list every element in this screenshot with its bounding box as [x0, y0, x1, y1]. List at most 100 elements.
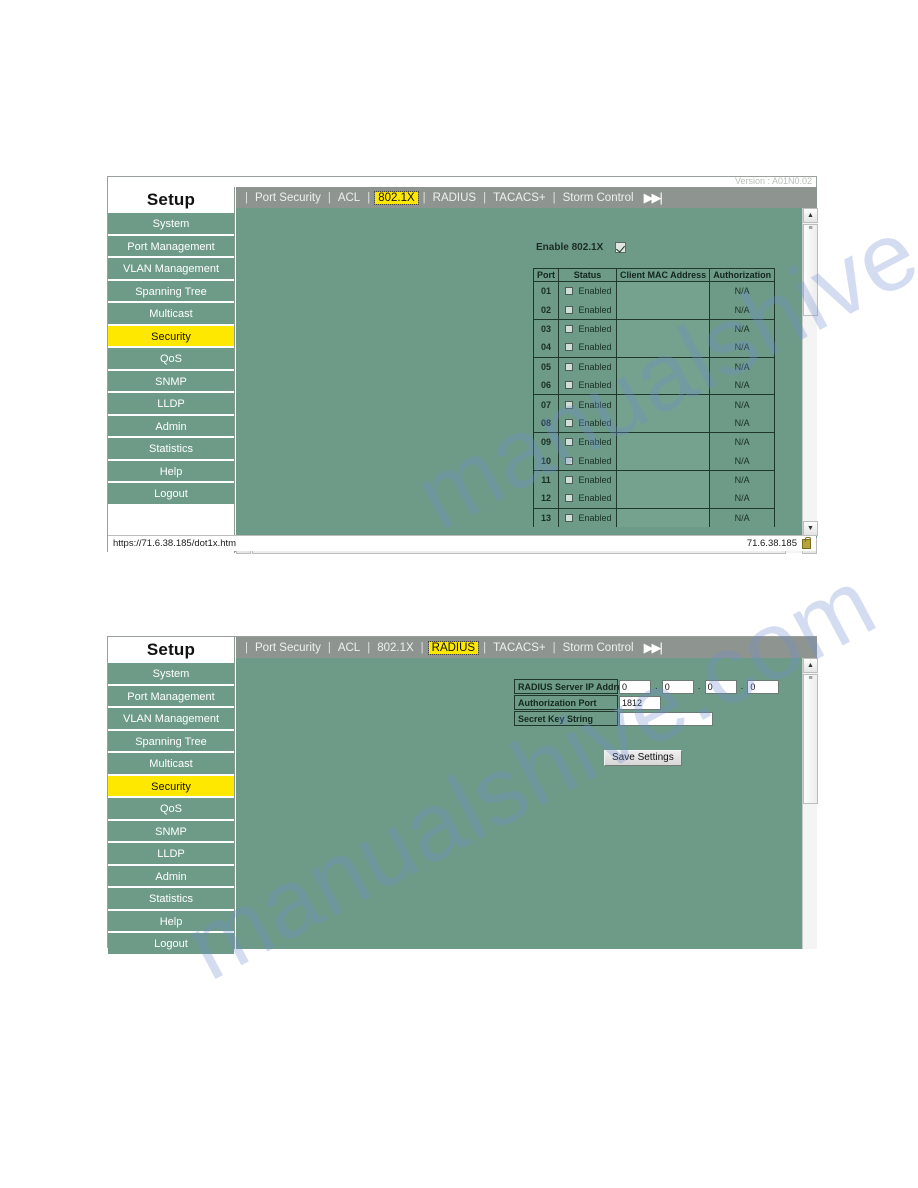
- radius-ip-octet-1[interactable]: [619, 679, 651, 694]
- cell-client-mac-address: [615, 432, 711, 452]
- auth-port-input[interactable]: [619, 695, 661, 710]
- cell-port: 11: [533, 470, 559, 490]
- sidebar-item-vlan-management[interactable]: VLAN Management: [108, 707, 234, 730]
- tab-radius[interactable]: RADIUS: [431, 192, 478, 204]
- sidebar-item-system[interactable]: System: [108, 662, 234, 685]
- vertical-scroll-thumb[interactable]: ≡: [803, 674, 818, 804]
- status-label: Enabled: [578, 512, 612, 523]
- sidebar-item-label: QoS: [159, 353, 182, 365]
- status-checkbox[interactable]: [565, 381, 574, 390]
- sidebar-item-qos[interactable]: QoS: [108, 347, 234, 370]
- status-checkbox[interactable]: [565, 494, 574, 503]
- enable-dot1x-checkbox[interactable]: [615, 242, 627, 253]
- cell-authorization: N/A: [709, 319, 776, 339]
- setup-sidebar: Setup System Port Management VLAN Manageme…: [108, 637, 235, 955]
- sidebar-item-security[interactable]: Security: [108, 774, 234, 797]
- sidebar-item-snmp[interactable]: SNMP: [108, 819, 234, 842]
- radius-ip-octet-3[interactable]: [704, 679, 737, 694]
- sidebar-item-label: VLAN Management: [123, 713, 219, 725]
- sidebar-item-lldp[interactable]: LLDP: [108, 842, 234, 865]
- sidebar-item-help[interactable]: Help: [108, 459, 234, 482]
- column-header-authorization: Authorization: [709, 268, 776, 282]
- cell-port: 02: [533, 300, 559, 320]
- save-settings-button[interactable]: Save Settings: [604, 750, 682, 766]
- secret-key-row: Secret Key String: [514, 711, 783, 726]
- secret-key-input[interactable]: [619, 711, 713, 726]
- sidebar-item-spanning-tree[interactable]: Spanning Tree: [108, 729, 234, 752]
- tab-tacacs+[interactable]: TACACS+: [491, 192, 548, 204]
- sidebar-item-admin[interactable]: Admin: [108, 864, 234, 887]
- sidebar-item-qos[interactable]: QoS: [108, 797, 234, 820]
- tab-separator: |: [327, 641, 331, 654]
- skip-forward-icon[interactable]: ▶▶|: [644, 640, 663, 656]
- scroll-up-icon[interactable]: ▲: [803, 658, 818, 673]
- secret-key-label: Secret Key String: [514, 711, 618, 726]
- status-checkbox[interactable]: [565, 418, 574, 427]
- cell-status: Enabled: [558, 338, 617, 358]
- sidebar-item-multicast[interactable]: Multicast: [108, 752, 234, 775]
- tab-acl[interactable]: ACL: [336, 642, 362, 654]
- status-checkbox[interactable]: [565, 362, 574, 371]
- tab-802-1x[interactable]: 802.1X: [374, 190, 419, 205]
- tab-acl[interactable]: ACL: [336, 192, 362, 204]
- radius-ip-row: RADIUS Server IP Address ...: [514, 679, 783, 694]
- sidebar-item-snmp[interactable]: SNMP: [108, 369, 234, 392]
- tab-storm-control[interactable]: Storm Control: [561, 642, 636, 654]
- sidebar-item-help[interactable]: Help: [108, 909, 234, 932]
- tab-802-1x[interactable]: 802.1X: [375, 642, 415, 654]
- sidebar-item-admin[interactable]: Admin: [108, 414, 234, 437]
- status-checkbox[interactable]: [565, 476, 574, 485]
- sidebar-item-statistics[interactable]: Statistics: [108, 437, 234, 460]
- sidebar-item-label: SNMP: [155, 825, 187, 838]
- sidebar-item-logout[interactable]: Logout: [108, 932, 234, 955]
- sidebar-item-system[interactable]: System: [108, 212, 234, 235]
- table-header-row: Port Status Client MAC Address Authorizatio…: [533, 268, 776, 282]
- skip-forward-icon[interactable]: ▶▶|: [644, 190, 663, 206]
- cell-authorization: N/A: [709, 470, 776, 490]
- sidebar-item-vlan-management[interactable]: VLAN Management: [108, 257, 234, 280]
- scroll-down-icon[interactable]: ▼: [803, 521, 818, 536]
- status-checkbox[interactable]: [565, 343, 574, 352]
- sidebar-item-lldp[interactable]: LLDP: [108, 392, 234, 415]
- tab-storm-control[interactable]: Storm Control: [561, 192, 636, 204]
- status-checkbox[interactable]: [565, 456, 574, 465]
- tab-separator: |: [420, 641, 424, 654]
- sidebar-item-statistics[interactable]: Statistics: [108, 887, 234, 910]
- sidebar-item-spanning-tree[interactable]: Spanning Tree: [108, 279, 234, 302]
- sidebar-item-logout[interactable]: Logout: [108, 482, 234, 505]
- radius-ip-octet-4[interactable]: [747, 679, 780, 694]
- status-checkbox[interactable]: [565, 287, 574, 296]
- sidebar-item-port-management[interactable]: Port Management: [108, 684, 234, 707]
- tab-radius[interactable]: RADIUS: [427, 640, 480, 655]
- status-label: Enabled: [578, 286, 612, 297]
- vertical-scrollbar[interactable]: ▲ ≡: [802, 658, 818, 949]
- sidebar-item-multicast[interactable]: Multicast: [108, 302, 234, 325]
- status-checkbox[interactable]: [565, 513, 574, 522]
- status-checkbox[interactable]: [565, 324, 574, 333]
- lock-icon: [802, 536, 811, 549]
- table-row: 02 Enabled N/A: [533, 300, 776, 320]
- tab-tacacs+[interactable]: TACACS+: [491, 642, 548, 654]
- tab-separator: |: [245, 641, 248, 654]
- tab-separator: |: [483, 191, 487, 204]
- sidebar-item-label: LLDP: [157, 398, 185, 410]
- status-checkbox[interactable]: [565, 400, 574, 409]
- ip-dot-separator: .: [697, 681, 701, 692]
- cell-port: 12: [533, 489, 559, 509]
- tab-separator: |: [552, 641, 556, 654]
- vertical-scroll-thumb[interactable]: ≡: [803, 224, 818, 316]
- scroll-up-icon[interactable]: ▲: [803, 208, 818, 223]
- sidebar-item-label: LLDP: [157, 848, 185, 860]
- status-checkbox[interactable]: [565, 305, 574, 314]
- radius-ip-octet-2[interactable]: [661, 679, 694, 694]
- table-row: 01 Enabled N/A: [533, 281, 776, 301]
- status-label: Enabled: [578, 304, 612, 315]
- tab-port-security[interactable]: Port Security: [253, 642, 323, 654]
- vertical-scrollbar[interactable]: ▲ ≡ ▼: [802, 208, 818, 536]
- sidebar-item-security[interactable]: Security: [108, 324, 234, 347]
- cell-authorization: N/A: [709, 489, 776, 509]
- sidebar-item-port-management[interactable]: Port Management: [108, 234, 234, 257]
- cell-status: Enabled: [558, 432, 617, 452]
- tab-port-security[interactable]: Port Security: [253, 192, 323, 204]
- status-checkbox[interactable]: [565, 438, 574, 447]
